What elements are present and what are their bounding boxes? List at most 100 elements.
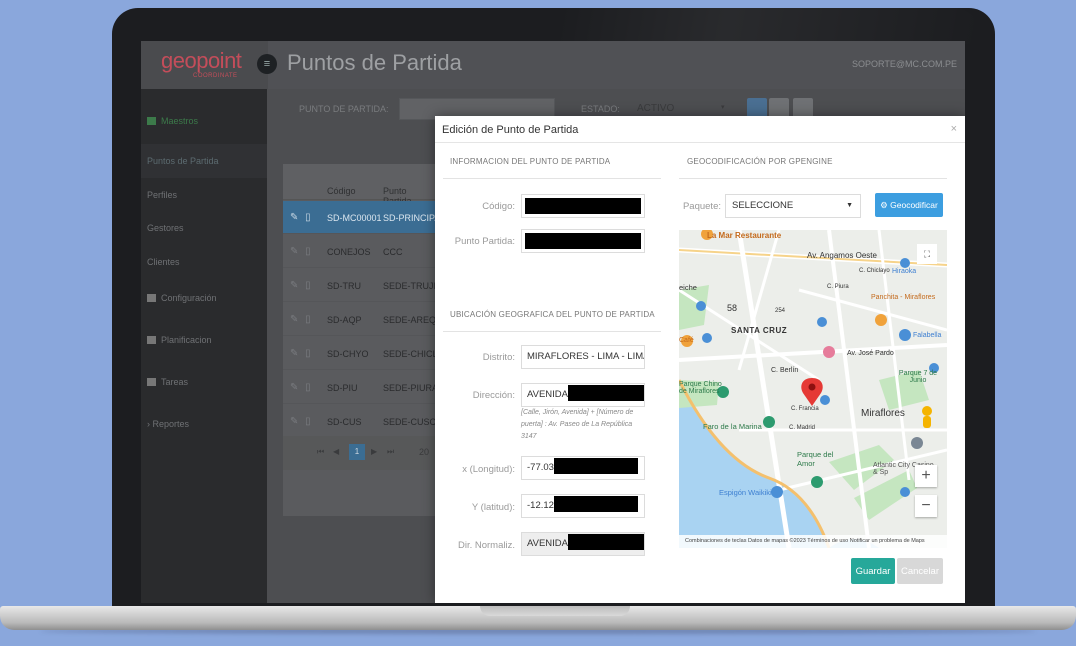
prev-page-icon[interactable]: ◀	[333, 447, 339, 456]
map-label: SANTA CRUZ	[731, 326, 788, 335]
grid-icon	[147, 378, 156, 386]
sidebar-item-clientes[interactable]: Clientes	[141, 245, 267, 279]
map-label: Av. José Pardo	[847, 350, 894, 357]
edit-delete-icons[interactable]: ✎ ▯	[290, 382, 313, 393]
punto-partida-label: Punto Partida:	[454, 236, 515, 247]
row-punto: SEDE-PIURA	[383, 383, 439, 393]
fullscreen-icon[interactable]: ⛶	[917, 244, 937, 264]
table-row[interactable]: ✎ ▯ SD-TRU SEDE-TRUJILLO	[283, 269, 453, 302]
sidebar-item-puntos-de-partida[interactable]: Puntos de Partida	[141, 144, 267, 178]
last-page-icon[interactable]: ⏭	[387, 447, 394, 457]
app-logo[interactable]: geopoint	[161, 48, 242, 74]
app-logo-subtitle: COORDINATE	[193, 73, 238, 79]
geocodificar-button[interactable]: ⚙ Geocodificar	[875, 193, 943, 217]
sidebar-item-reportes[interactable]: › Reportes	[141, 407, 267, 441]
sidebar: Maestros Puntos de Partida Perfiles Gest…	[141, 89, 267, 603]
dir-normalizada-value: AVENIDA	[527, 538, 569, 549]
sidebar-item-configuracion[interactable]: Configuración	[141, 281, 267, 315]
direccion-label: Dirección:	[472, 390, 515, 401]
map-label: 254	[775, 308, 786, 314]
section-ubicacion-title: UBICACIÓN GEOGRAFICA DEL PUNTO DE PARTID…	[450, 310, 655, 319]
map-label: La Mar Restaurante	[707, 231, 782, 240]
geocodificar-label: Geocodificar	[890, 200, 938, 210]
first-page-icon[interactable]: ⏮	[317, 447, 324, 457]
latitud-label: Y (latitud):	[471, 502, 515, 513]
edit-modal: Edición de Punto de Partida × INFORMACIO…	[435, 116, 965, 603]
new-button[interactable]	[769, 98, 789, 118]
direccion-help: [Calle, Jirón, Avenida] + [Número de pue…	[521, 409, 634, 440]
row-punto: SEDE-CUSCO	[383, 417, 444, 427]
zoom-out-button[interactable]: −	[915, 495, 937, 517]
map-label: C. Piura	[827, 284, 849, 290]
edit-delete-icons[interactable]: ✎ ▯	[290, 416, 313, 427]
cancel-button[interactable]: Cancelar	[897, 558, 943, 584]
page-size[interactable]: 20	[419, 447, 429, 457]
latitud-value: -12.12	[527, 500, 554, 511]
col-codigo[interactable]: Código	[327, 186, 356, 196]
sidebar-item-perfiles[interactable]: Perfiles	[141, 178, 267, 212]
user-email[interactable]: SOPORTE@MC.COM.PE	[852, 59, 957, 69]
modal-header: Edición de Punto de Partida ×	[435, 116, 965, 143]
punto-filter-label: PUNTO DE PARTIDA:	[299, 104, 389, 114]
sidebar-item-label: Perfiles	[147, 190, 178, 200]
table-row[interactable]: ✎ ▯ SD-CUS SEDE-CUSCO	[283, 405, 443, 438]
row-codigo: CONEJOS	[327, 247, 371, 257]
search-button[interactable]	[747, 98, 767, 118]
punto-partida-field[interactable]	[521, 229, 645, 253]
current-page[interactable]: 1	[349, 444, 365, 460]
longitud-field[interactable]: -77.03	[521, 456, 645, 480]
codigo-field[interactable]	[521, 194, 645, 218]
edit-delete-icons[interactable]: ✎ ▯	[290, 314, 313, 325]
modal-title: Edición de Punto de Partida	[442, 124, 579, 136]
section-geo-title: GEOCODIFICACIÓN POR GPENGINE	[687, 157, 833, 166]
table-row[interactable]: ✎ ▯ SD-MC00001 SD-PRINCIPAL	[283, 201, 445, 234]
paquete-label: Paquete:	[682, 201, 721, 212]
edit-delete-icons[interactable]: ✎ ▯	[290, 246, 313, 257]
distrito-field[interactable]: MIRAFLORES - LIMA - LIMA	[521, 345, 645, 369]
sidebar-item-label: Planificacion	[161, 335, 212, 345]
map[interactable]: La Mar Restaurante Av. Angamos Oeste C. …	[679, 230, 947, 548]
latitud-field[interactable]: -12.12	[521, 494, 645, 518]
longitud-value: -77.03	[527, 462, 554, 473]
sidebar-item-tareas[interactable]: Tareas	[141, 365, 267, 399]
screen: geopoint COORDINATE ≡ Puntos de Partida …	[141, 41, 965, 603]
table-row[interactable]: ✎ ▯ SD-PIU SEDE-PIURA	[283, 371, 439, 404]
edit-delete-icons[interactable]: ✎ ▯	[290, 212, 313, 223]
gears-icon: ⚙	[880, 200, 891, 210]
map-label: C. Chiclayo	[859, 268, 890, 274]
map-attribution[interactable]: Combinaciones de teclas Datos de mapas ©…	[679, 535, 947, 548]
row-codigo: SD-CHYO	[327, 349, 369, 359]
paquete-select[interactable]: SELECCIONE ▼	[725, 194, 861, 218]
map-label: Falabella	[913, 332, 942, 339]
sidebar-item-maestros[interactable]: Maestros	[141, 104, 267, 138]
next-page-icon[interactable]: ▶	[371, 447, 377, 456]
table-row[interactable]: ✎ ▯ SD-CHYO SEDE-CHICLAYO	[283, 337, 456, 370]
map-label: Café	[679, 337, 694, 344]
row-codigo: SD-AQP	[327, 315, 362, 325]
direccion-field[interactable]: AVENIDA	[521, 383, 645, 407]
edit-delete-icons[interactable]: ✎ ▯	[290, 348, 313, 359]
redacted-block	[568, 534, 644, 551]
laptop-notch	[480, 606, 630, 616]
delete-button[interactable]	[793, 98, 813, 118]
longitud-label: x (Longitud):	[462, 464, 515, 475]
sidebar-item-planificacion[interactable]: Planificacion	[141, 323, 267, 357]
estado-filter-select[interactable]: ACTIVO	[637, 103, 674, 114]
bezel-gloss	[560, 8, 980, 44]
chevron-down-icon: ▾	[721, 104, 725, 111]
table-row[interactable]: ✎ ▯ CONEJOS CCC	[283, 235, 437, 268]
save-button[interactable]: Guardar	[851, 558, 895, 584]
map-label: 58	[727, 303, 738, 313]
menu-toggle-icon[interactable]: ≡	[257, 54, 277, 74]
zoom-in-button[interactable]: +	[915, 465, 937, 487]
row-codigo: SD-MC00001	[327, 213, 382, 223]
sidebar-item-gestores[interactable]: Gestores	[141, 211, 267, 245]
edit-delete-icons[interactable]: ✎ ▯	[290, 280, 313, 291]
row-codigo: SD-CUS	[327, 417, 362, 427]
close-icon[interactable]: ×	[951, 123, 957, 135]
map-label: C. Berlín	[771, 367, 799, 374]
table-row[interactable]: ✎ ▯ SD-AQP SEDE-AREQUIPA	[283, 303, 456, 336]
grid-icon	[147, 336, 156, 344]
pager: ⏮ ◀ 1 ▶ ⏭ 20	[283, 436, 437, 470]
grid-header: Código Punto Partida	[283, 164, 437, 206]
